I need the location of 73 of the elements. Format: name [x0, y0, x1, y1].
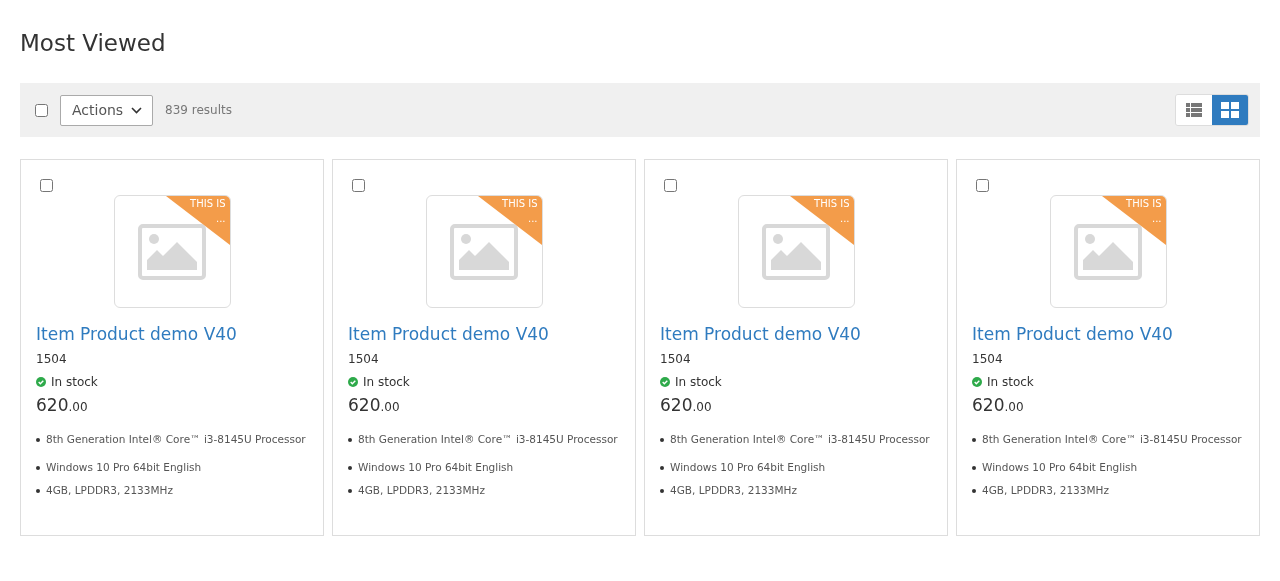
feature-text: 4GB, LPDDR3, 2133MHz	[982, 483, 1109, 499]
stock-status: In stock	[675, 374, 722, 390]
product-price: 620.00	[972, 394, 1025, 417]
product-sku: 1504	[660, 351, 692, 367]
feature-text: 4GB, LPDDR3, 2133MHz	[670, 483, 797, 499]
corner-ribbon	[789, 196, 854, 245]
bullet-icon	[660, 489, 664, 493]
bullet-icon	[660, 466, 664, 470]
bullet-icon	[36, 438, 40, 442]
ribbon-text: ...	[1151, 213, 1162, 225]
product-name-link[interactable]: Item Product demo V40	[348, 322, 620, 346]
image-icon	[450, 223, 518, 280]
ribbon-text: ...	[215, 213, 226, 225]
feature-text: 8th Generation Intel® Core™ i3-8145U Processor	[982, 432, 1242, 448]
list-view-button[interactable]	[1176, 95, 1212, 125]
corner-ribbon	[477, 196, 542, 245]
image-icon	[138, 223, 206, 280]
feature-text: Windows 10 Pro 64bit English	[46, 460, 202, 476]
check-circle-icon	[348, 377, 358, 387]
product-checkbox[interactable]	[976, 179, 989, 192]
bullet-icon	[660, 438, 664, 442]
grid-view-icon	[1221, 102, 1239, 118]
image-icon	[762, 223, 830, 280]
ribbon-text: ...	[839, 213, 850, 225]
bullet-icon	[36, 489, 40, 493]
corner-ribbon	[165, 196, 230, 245]
feature-text: Windows 10 Pro 64bit English	[982, 460, 1138, 476]
select-all-checkbox[interactable]	[35, 103, 48, 117]
image-icon	[1074, 223, 1142, 280]
results-count: 839 results	[165, 102, 232, 119]
actions-dropdown[interactable]: Actions	[60, 94, 153, 126]
ribbon-text: THIS IS	[502, 198, 538, 210]
bullet-icon	[348, 466, 352, 470]
bullet-icon	[348, 489, 352, 493]
feature-text: 4GB, LPDDR3, 2133MHz	[46, 483, 173, 499]
product-name-link[interactable]: Item Product demo V40	[660, 322, 932, 346]
feature-text: Windows 10 Pro 64bit English	[670, 460, 826, 476]
ribbon-text: THIS IS	[814, 198, 850, 210]
bullet-icon	[348, 438, 352, 442]
product-sku: 1504	[348, 351, 380, 367]
bullet-icon	[972, 438, 976, 442]
stock-status: In stock	[363, 374, 410, 390]
product-price: 620.00	[660, 394, 713, 417]
check-circle-icon	[972, 377, 982, 387]
page-title: Most Viewed	[20, 29, 167, 58]
check-circle-icon	[36, 377, 46, 387]
chevron-down-icon	[131, 106, 142, 114]
stock-status: In stock	[987, 374, 1034, 390]
check-circle-icon	[660, 377, 670, 387]
feature-text: Windows 10 Pro 64bit English	[358, 460, 514, 476]
product-price: 620.00	[36, 394, 89, 417]
bullet-icon	[972, 489, 976, 493]
product-checkbox[interactable]	[664, 179, 677, 192]
corner-ribbon	[1101, 196, 1166, 245]
feature-text: 4GB, LPDDR3, 2133MHz	[358, 483, 485, 499]
bullet-icon	[972, 466, 976, 470]
feature-text: 8th Generation Intel® Core™ i3-8145U Processor	[358, 432, 618, 448]
ribbon-text: THIS IS	[1126, 198, 1162, 210]
grid-view-button[interactable]	[1212, 95, 1248, 125]
product-sku: 1504	[972, 351, 1004, 367]
product-name-link[interactable]: Item Product demo V40	[972, 322, 1244, 346]
product-checkbox[interactable]	[352, 179, 365, 192]
product-checkbox[interactable]	[40, 179, 53, 192]
bullet-icon	[36, 466, 40, 470]
stock-status: In stock	[51, 374, 98, 390]
product-name-link[interactable]: Item Product demo V40	[36, 322, 308, 346]
ribbon-text: ...	[527, 213, 538, 225]
list-view-icon	[1186, 103, 1202, 117]
feature-text: 8th Generation Intel® Core™ i3-8145U Processor	[46, 432, 306, 448]
feature-text: 8th Generation Intel® Core™ i3-8145U Processor	[670, 432, 930, 448]
product-sku: 1504	[36, 351, 68, 367]
ribbon-text: THIS IS	[190, 198, 226, 210]
product-price: 620.00	[348, 394, 401, 417]
